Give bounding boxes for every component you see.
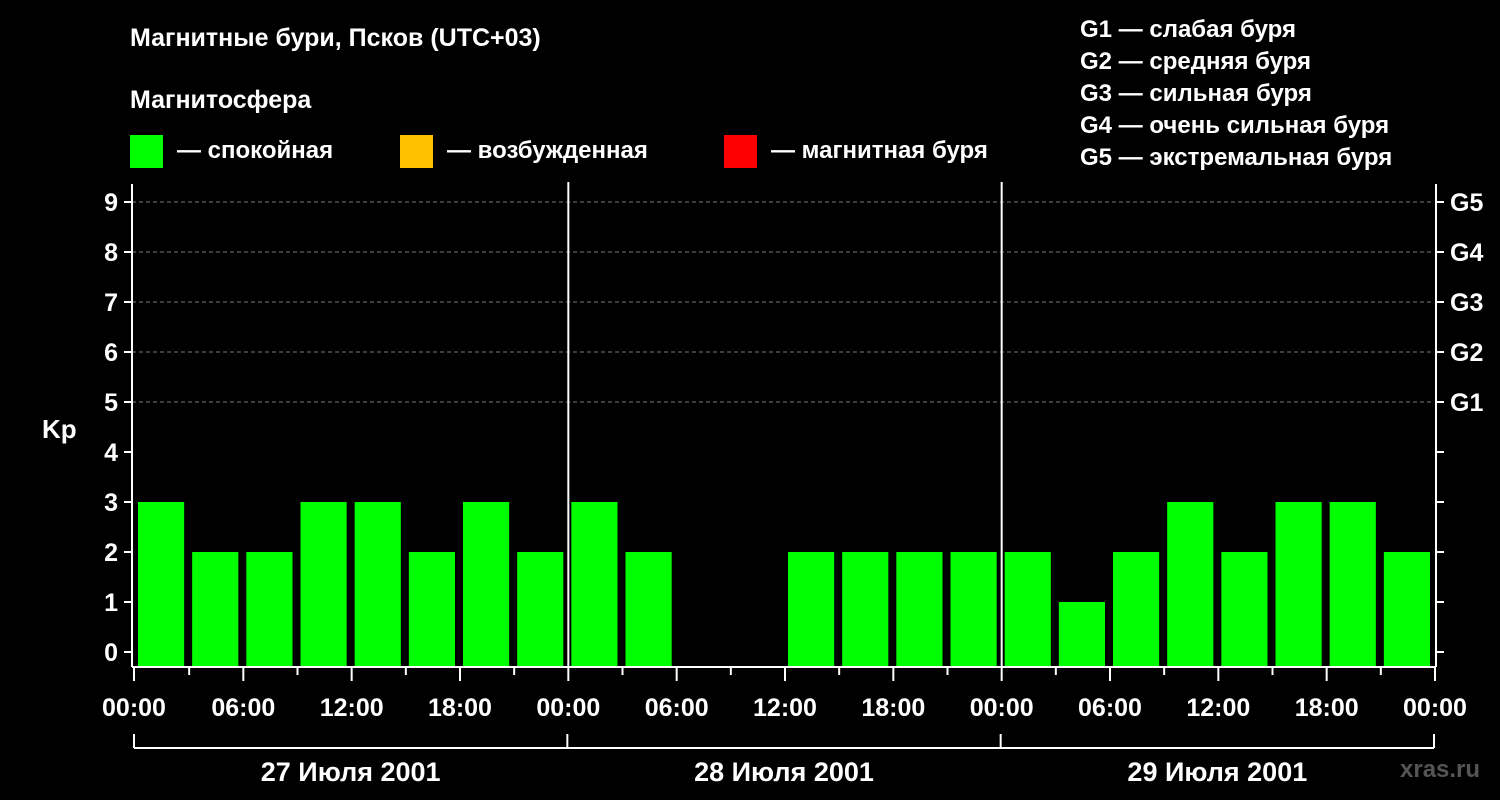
x-tick-label: 12:00	[753, 694, 817, 722]
y-tick-label: 8	[104, 239, 118, 267]
kp-bar-chart: 0 1 2 3 4 5 6 7 8 9 G1 G2 G3 G4 G5 Kp 00:00 06:00 12:00 18:…	[42, 182, 1483, 787]
y-tick-label: 1	[104, 589, 118, 617]
x-tick-label: 06:00	[645, 694, 709, 722]
x-tick-label: 06:00	[1078, 694, 1142, 722]
y-tick-label: 7	[104, 289, 118, 317]
kp-bar	[1058, 602, 1105, 667]
day-label: 28 Июля 2001	[694, 757, 874, 787]
kp-bar	[788, 552, 835, 667]
kp-bar	[1113, 552, 1160, 667]
x-tick-label: 00:00	[970, 694, 1034, 722]
kp-bar	[517, 552, 564, 667]
kp-bar	[192, 552, 239, 667]
kp-bar	[1329, 502, 1376, 667]
watermark: xras.ru	[1400, 756, 1481, 783]
y-tick-label: 6	[104, 339, 118, 367]
day-label: 27 Июля 2001	[261, 757, 441, 787]
x-tick-label: 00:00	[102, 694, 166, 722]
kp-bar	[842, 552, 889, 667]
kp-bar	[1383, 552, 1430, 667]
kp-bar	[1221, 552, 1268, 667]
kp-bar	[625, 552, 672, 667]
g-level-label: G1	[1450, 389, 1483, 417]
g-level-label: G5	[1450, 189, 1483, 217]
kp-bar	[246, 552, 293, 667]
kp-bar	[354, 502, 401, 667]
g-level-label: G2	[1450, 339, 1483, 367]
x-tick-label: 12:00	[1186, 694, 1250, 722]
x-tick-label: 06:00	[211, 694, 275, 722]
day-label: 29 Июля 2001	[1127, 757, 1307, 787]
kp-bar	[408, 552, 455, 667]
y-tick-label: 3	[104, 489, 118, 517]
g-level-label: G4	[1450, 239, 1483, 267]
kp-bar	[1004, 552, 1051, 667]
x-tick-label: 00:00	[536, 694, 600, 722]
y-axis-label: Kp	[42, 414, 77, 444]
kp-bar	[300, 502, 347, 667]
kp-bar	[463, 502, 510, 667]
kp-bar	[1167, 502, 1214, 667]
x-tick-label: 18:00	[1295, 694, 1359, 722]
x-tick-label: 18:00	[861, 694, 925, 722]
kp-bar	[896, 552, 943, 667]
y-tick-label: 0	[104, 639, 118, 667]
y-tick-label: 4	[104, 439, 118, 467]
x-tick-label: 18:00	[428, 694, 492, 722]
y-tick-label: 9	[104, 189, 118, 217]
y-tick-label: 5	[104, 389, 118, 417]
kp-bar	[1275, 502, 1322, 667]
kp-bar	[138, 502, 185, 667]
y-tick-label: 2	[104, 539, 118, 567]
g-level-label: G3	[1450, 289, 1483, 317]
x-tick-label: 12:00	[320, 694, 384, 722]
kp-bar	[571, 502, 618, 667]
kp-bar	[950, 552, 997, 667]
x-tick-label: 00:00	[1403, 694, 1467, 722]
